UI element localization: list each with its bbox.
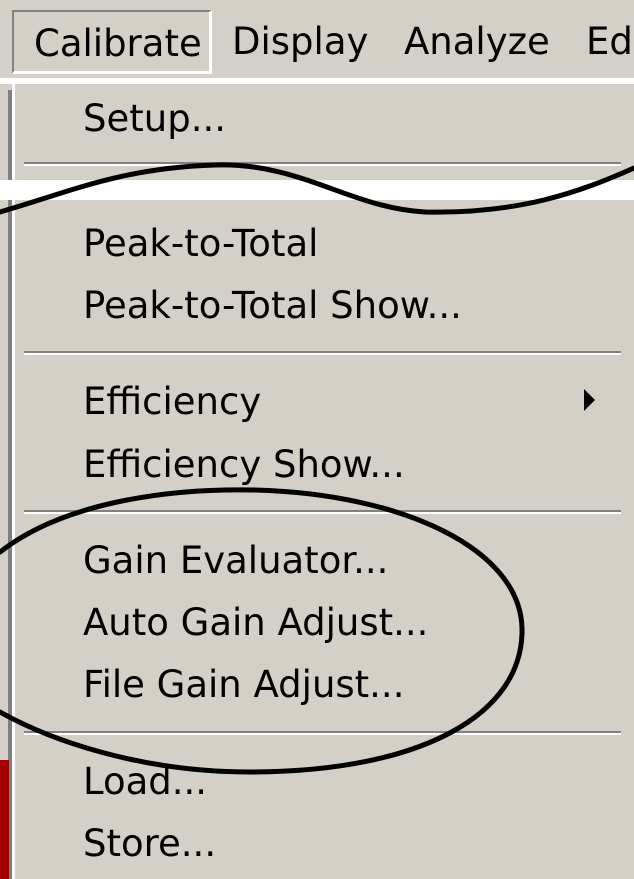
screenshot-splice-gap xyxy=(0,180,634,200)
menu-item-efficiency[interactable]: Efficiency xyxy=(83,377,261,427)
menu-analyze[interactable]: Analyze xyxy=(404,10,550,74)
window-edge xyxy=(0,760,9,879)
menu-item-setup[interactable]: Setup... xyxy=(83,94,226,144)
menu-item-auto-gain-adjust[interactable]: Auto Gain Adjust... xyxy=(83,598,428,648)
menu-item-load[interactable]: Load... xyxy=(83,757,207,807)
menu-item-efficiency-show[interactable]: Efficiency Show... xyxy=(83,440,405,490)
menu-separator xyxy=(24,510,621,514)
submenu-arrow-icon xyxy=(584,389,595,411)
menu-calibrate[interactable]: Calibrate xyxy=(12,10,212,74)
menu-item-gain-evaluator[interactable]: Gain Evaluator... xyxy=(83,536,388,586)
menu-bar: Calibrate Display Analyze Ed xyxy=(0,0,634,78)
application-screenshot: Calibrate Display Analyze Ed Setup... Pe… xyxy=(0,0,634,879)
menu-edit[interactable]: Ed xyxy=(586,10,633,74)
menu-item-peak-to-total[interactable]: Peak-to-Total xyxy=(83,219,318,269)
menu-separator xyxy=(24,351,621,355)
menu-separator xyxy=(24,731,621,735)
menu-item-store[interactable]: Store... xyxy=(83,819,216,869)
menu-separator xyxy=(24,162,621,166)
menu-display[interactable]: Display xyxy=(232,10,368,74)
menu-item-file-gain-adjust[interactable]: File Gain Adjust... xyxy=(83,660,404,710)
menu-item-peak-to-total-show[interactable]: Peak-to-Total Show... xyxy=(83,281,462,331)
